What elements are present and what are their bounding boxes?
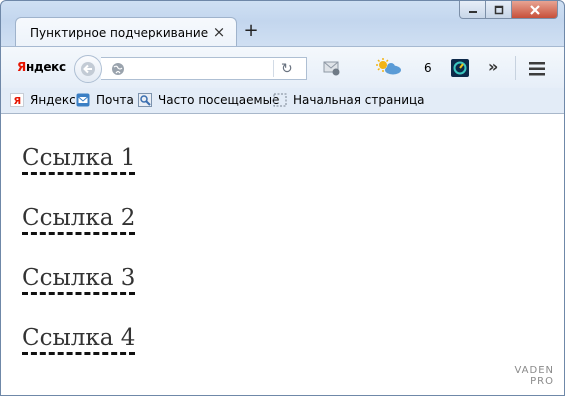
weather-temperature: 6 [424, 61, 432, 75]
tab-active[interactable]: Пунктирное подчеркивание × [15, 17, 237, 47]
bookmark-mail[interactable]: Почта [76, 93, 134, 107]
bookmarks-toolbar: Я Яндекс Почта Часто посещаемые Начальна… [1, 88, 564, 114]
url-input[interactable] [133, 61, 268, 76]
maximize-icon [494, 5, 503, 14]
yandex-icon: Я [10, 93, 24, 107]
yandex-logo-first-letter: Я [17, 60, 26, 74]
url-bar: ↻ [101, 57, 307, 80]
frequent-icon [138, 93, 152, 107]
speedtest-icon[interactable] [451, 59, 469, 77]
watermark: VADEN PRO [514, 365, 554, 387]
minimize-button[interactable] [459, 1, 486, 19]
browser-window: Пунктирное подчеркивание × + Яндекс ↻ 6 … [0, 0, 565, 396]
navigation-toolbar: Яндекс ↻ 6 » [1, 46, 564, 89]
link-4[interactable]: Ссылка 4 [22, 325, 136, 355]
yandex-logo-rest: ндекс [25, 60, 66, 74]
tab-title: Пунктирное подчеркивание [30, 26, 209, 40]
globe-icon [112, 63, 124, 75]
bookmark-yandex[interactable]: Я Яндекс [10, 93, 76, 107]
tab-close-icon[interactable]: × [212, 25, 226, 40]
yandex-logo[interactable]: Яндекс [17, 60, 66, 74]
watermark-line-2: PRO [530, 376, 554, 387]
hamburger-menu-icon[interactable] [529, 62, 545, 76]
bookmark-start-page[interactable]: Начальная страница [273, 93, 425, 107]
new-tab-button[interactable]: + [242, 22, 260, 40]
maximize-button[interactable] [486, 1, 512, 19]
svg-text:Я: Я [14, 96, 22, 107]
mail-check-icon[interactable] [323, 60, 341, 76]
url-separator [273, 60, 274, 77]
weather-icon[interactable] [375, 58, 403, 76]
toolbar-separator [515, 56, 516, 80]
link-3[interactable]: Ссылка 3 [22, 265, 136, 295]
link-2[interactable]: Ссылка 2 [22, 205, 136, 235]
reload-icon[interactable]: ↻ [281, 61, 293, 77]
back-arrow-icon [81, 62, 95, 76]
bookmark-label: Яндекс [30, 93, 76, 107]
close-icon [529, 4, 540, 15]
bookmark-label: Часто посещаемые [158, 93, 280, 107]
back-button[interactable] [74, 55, 102, 83]
page-content: Ссылка 1 Ссылка 2 Ссылка 3 Ссылка 4 VADE… [1, 114, 564, 395]
bookmark-frequent[interactable]: Часто посещаемые [138, 93, 279, 107]
bookmark-label: Почта [96, 93, 134, 107]
watermark-line-1: VADEN [514, 365, 554, 376]
window-controls [459, 1, 558, 21]
bookmark-label: Начальная страница [293, 93, 425, 107]
minimize-icon [468, 10, 477, 13]
blank-page-icon [273, 93, 287, 107]
close-button[interactable] [512, 1, 558, 19]
mail-icon [76, 93, 90, 107]
link-1[interactable]: Ссылка 1 [22, 145, 136, 175]
overflow-icon[interactable]: » [488, 58, 498, 76]
